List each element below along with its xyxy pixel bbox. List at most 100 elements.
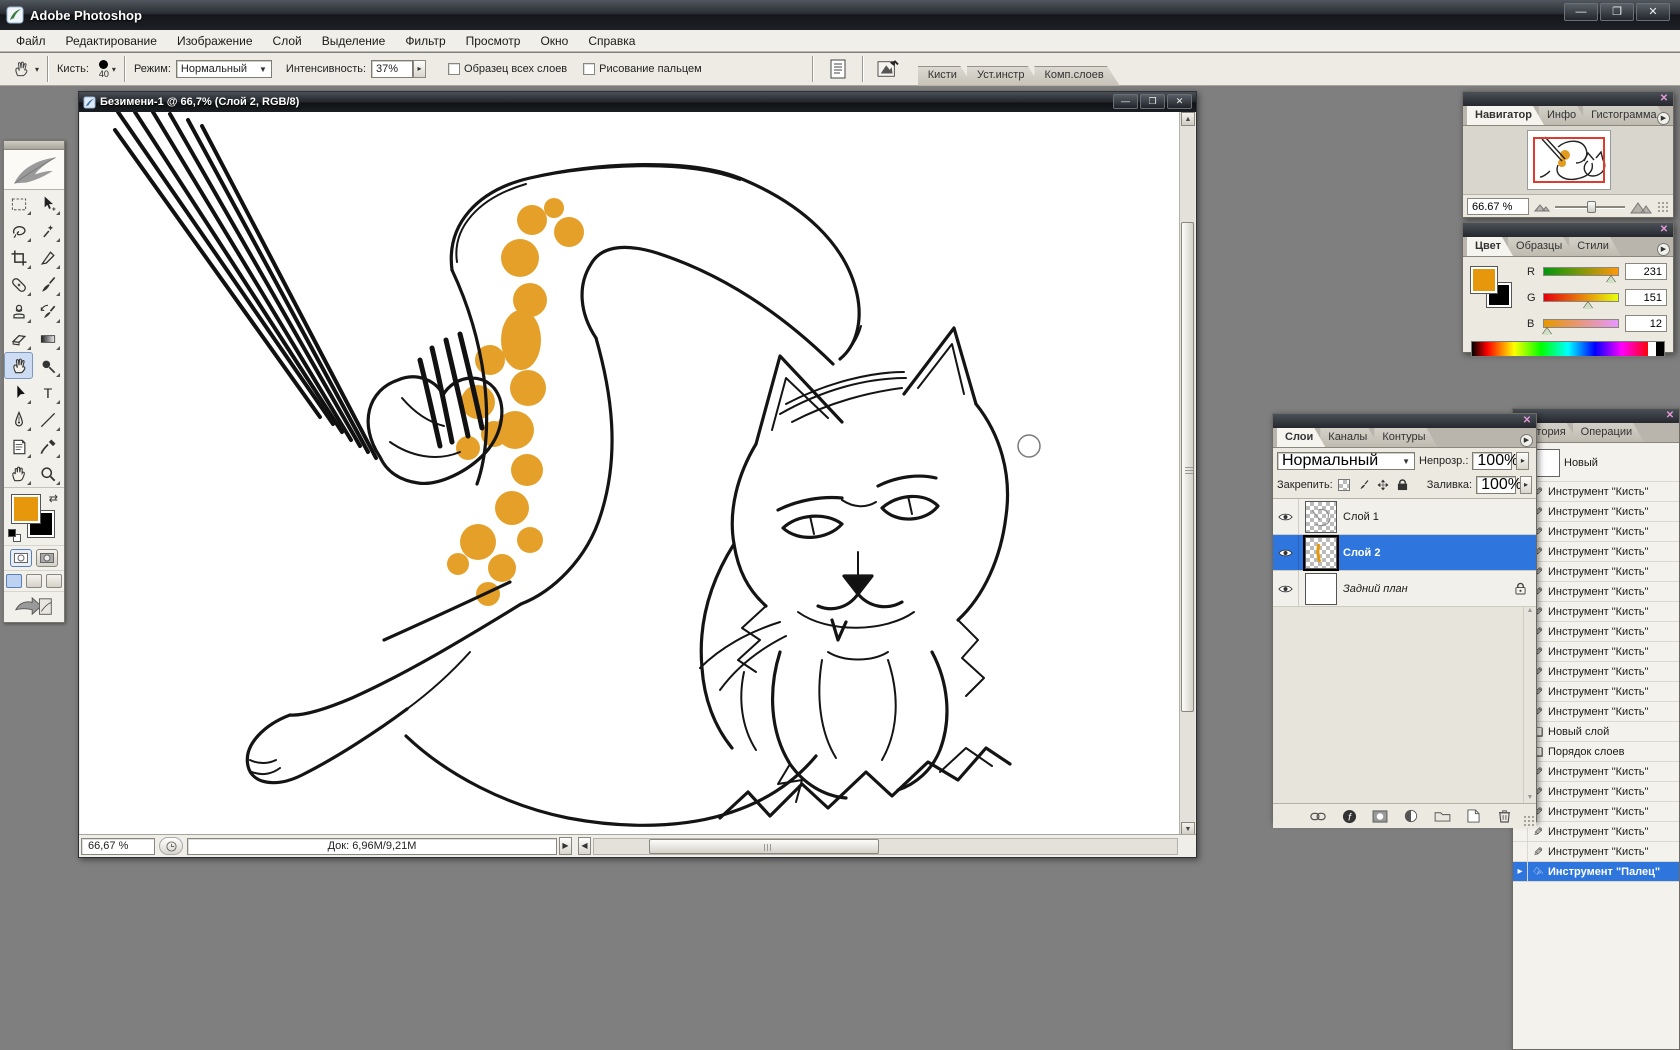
history-item[interactable]: Инструмент "Кисть" — [1513, 802, 1679, 822]
layer-group-icon[interactable] — [1433, 808, 1451, 824]
clone-stamp-tool[interactable] — [4, 298, 33, 325]
history-item[interactable]: Инструмент "Кисть" — [1513, 482, 1679, 502]
zoom-percentage-field[interactable]: 66,67 % — [81, 838, 155, 855]
move-tool[interactable] — [33, 190, 62, 217]
history-item[interactable]: Инструмент "Кисть" — [1513, 542, 1679, 562]
go-to-bridge-icon[interactable] — [875, 57, 901, 81]
history-brush-tool[interactable] — [33, 298, 62, 325]
slider-thumb[interactable] — [1583, 297, 1593, 309]
history-item[interactable]: Инструмент "Кисть" — [1513, 822, 1679, 842]
navigator-zoom-slider[interactable] — [1555, 201, 1625, 213]
slider-thumb[interactable] — [1606, 271, 1616, 283]
foreground-color-swatch[interactable] — [12, 495, 40, 523]
layer-row-selected[interactable]: Слой 2 — [1273, 535, 1536, 571]
blend-mode-select[interactable]: Нормальный▼ — [1277, 452, 1415, 470]
navigator-tab[interactable]: Инфо — [1539, 106, 1588, 125]
history-tab[interactable]: Операции — [1573, 423, 1644, 442]
strength-input[interactable]: 37% — [371, 60, 413, 78]
finger-painting-checkbox[interactable] — [583, 63, 595, 75]
navigator-tab[interactable]: Навигатор — [1467, 106, 1544, 125]
navigator-thumbnail[interactable] — [1527, 130, 1611, 190]
lock-transparency-icon[interactable] — [1337, 478, 1352, 493]
fill-spinner[interactable]: ▸ — [1520, 476, 1532, 494]
brush-preset-picker[interactable]: 40 ▾ — [99, 60, 116, 79]
zoom-in-icon[interactable] — [1630, 200, 1652, 214]
zoom-out-icon[interactable] — [1534, 202, 1550, 212]
document-titlebar[interactable]: Безимени-1 @ 66,7% (Слой 2, RGB/8) — ❐ ✕ — [79, 92, 1196, 112]
fullscreen-menubar-mode-button[interactable] — [26, 574, 42, 588]
history-item[interactable]: Порядок слоев — [1513, 742, 1679, 762]
green-value-field[interactable]: 151 — [1625, 289, 1667, 306]
tool-preset-picker[interactable]: ▾ — [10, 59, 39, 79]
palette-tab[interactable]: Уст.инстр — [967, 66, 1041, 86]
blue-slider[interactable] — [1543, 319, 1619, 328]
vertical-scroll-thumb[interactable] — [1181, 222, 1194, 712]
eraser-tool[interactable] — [4, 325, 33, 352]
layers-scrollbar[interactable]: ▲ ▼ — [1523, 607, 1536, 803]
dodge-tool[interactable] — [33, 352, 62, 379]
panel-menu-icon[interactable]: ▶ — [1657, 243, 1670, 256]
notes-tool[interactable] — [4, 433, 33, 460]
adjustment-layer-icon[interactable] — [1402, 808, 1420, 824]
scroll-up-icon[interactable]: ▲ — [1181, 112, 1195, 126]
quick-mask-mode-button[interactable] — [36, 549, 58, 567]
color-tab[interactable]: Стили — [1569, 237, 1621, 256]
layers-tab[interactable]: Слои — [1277, 428, 1325, 447]
foreground-color-swatch[interactable] — [1471, 267, 1497, 293]
layer-row-background[interactable]: Задний план — [1273, 571, 1536, 607]
smudge-tool[interactable] — [4, 352, 33, 379]
color-panel-header[interactable]: ✕ — [1463, 223, 1673, 237]
vertical-scrollbar[interactable]: ▲ ▼ — [1179, 112, 1195, 836]
layer-thumbnail[interactable] — [1305, 501, 1337, 533]
strength-spinner[interactable]: ▸ — [413, 60, 426, 78]
panel-menu-icon[interactable]: ▶ — [1520, 434, 1533, 447]
file-info-icon[interactable] — [825, 57, 851, 81]
layers-tab[interactable]: Каналы — [1320, 428, 1379, 447]
history-item[interactable]: Инструмент "Палец" — [1513, 862, 1679, 882]
layer-row[interactable]: Слой 1 — [1273, 499, 1536, 535]
close-icon[interactable]: ✕ — [1663, 410, 1677, 422]
history-item[interactable]: Инструмент "Кисть" — [1513, 522, 1679, 542]
mode-select[interactable]: Нормальный ▼ — [176, 60, 272, 78]
lock-paint-icon[interactable] — [1356, 478, 1371, 493]
color-spectrum-ramp[interactable] — [1471, 341, 1665, 357]
visibility-toggle[interactable] — [1273, 499, 1299, 534]
resize-grip[interactable] — [1523, 815, 1535, 827]
horizontal-scroll-thumb[interactable] — [649, 839, 879, 854]
history-item[interactable]: Инструмент "Кисть" — [1513, 782, 1679, 802]
blue-value-field[interactable]: 12 — [1625, 315, 1667, 332]
history-item[interactable]: Инструмент "Кисть" — [1513, 562, 1679, 582]
link-layers-icon[interactable] — [1309, 808, 1327, 824]
zoom-tool[interactable] — [33, 460, 62, 487]
scroll-down-icon[interactable]: ▼ — [1524, 794, 1536, 801]
layer-mask-icon[interactable] — [1371, 808, 1389, 824]
doc-minimize-button[interactable]: — — [1113, 94, 1138, 109]
history-item[interactable]: Инструмент "Кисть" — [1513, 602, 1679, 622]
menu-item[interactable]: Слой — [263, 32, 312, 50]
hand-tool[interactable] — [4, 460, 33, 487]
standard-screen-mode-button[interactable] — [6, 574, 22, 588]
canvas[interactable] — [80, 112, 1181, 836]
close-icon[interactable]: ✕ — [1520, 415, 1534, 427]
layer-thumbnail[interactable] — [1305, 573, 1337, 605]
path-selection-tool[interactable] — [4, 379, 33, 406]
resize-grip[interactable] — [1657, 201, 1669, 213]
swap-colors-icon[interactable]: ⇄ — [49, 492, 58, 505]
brush-tool[interactable] — [33, 271, 62, 298]
scroll-up-icon[interactable]: ▲ — [1524, 607, 1536, 614]
type-tool[interactable]: T — [33, 379, 62, 406]
navigator-tab[interactable]: Гистограмма — [1583, 106, 1669, 125]
eyedropper-tool[interactable] — [33, 433, 62, 460]
slice-tool[interactable] — [33, 244, 62, 271]
menu-item[interactable]: Справка — [578, 32, 645, 50]
adobe-feather-logo-icon[interactable] — [4, 150, 64, 190]
delete-layer-icon[interactable] — [1495, 808, 1513, 824]
visibility-toggle[interactable] — [1273, 535, 1299, 570]
close-icon[interactable]: ✕ — [1657, 224, 1671, 236]
history-item[interactable]: Новый — [1513, 444, 1679, 482]
lock-position-icon[interactable] — [1376, 478, 1391, 493]
sample-all-layers-checkbox[interactable] — [448, 63, 460, 75]
finger-painting-option[interactable]: Рисование пальцем — [583, 63, 702, 75]
magic-wand-tool[interactable] — [33, 217, 62, 244]
history-item[interactable]: Инструмент "Кисть" — [1513, 842, 1679, 862]
